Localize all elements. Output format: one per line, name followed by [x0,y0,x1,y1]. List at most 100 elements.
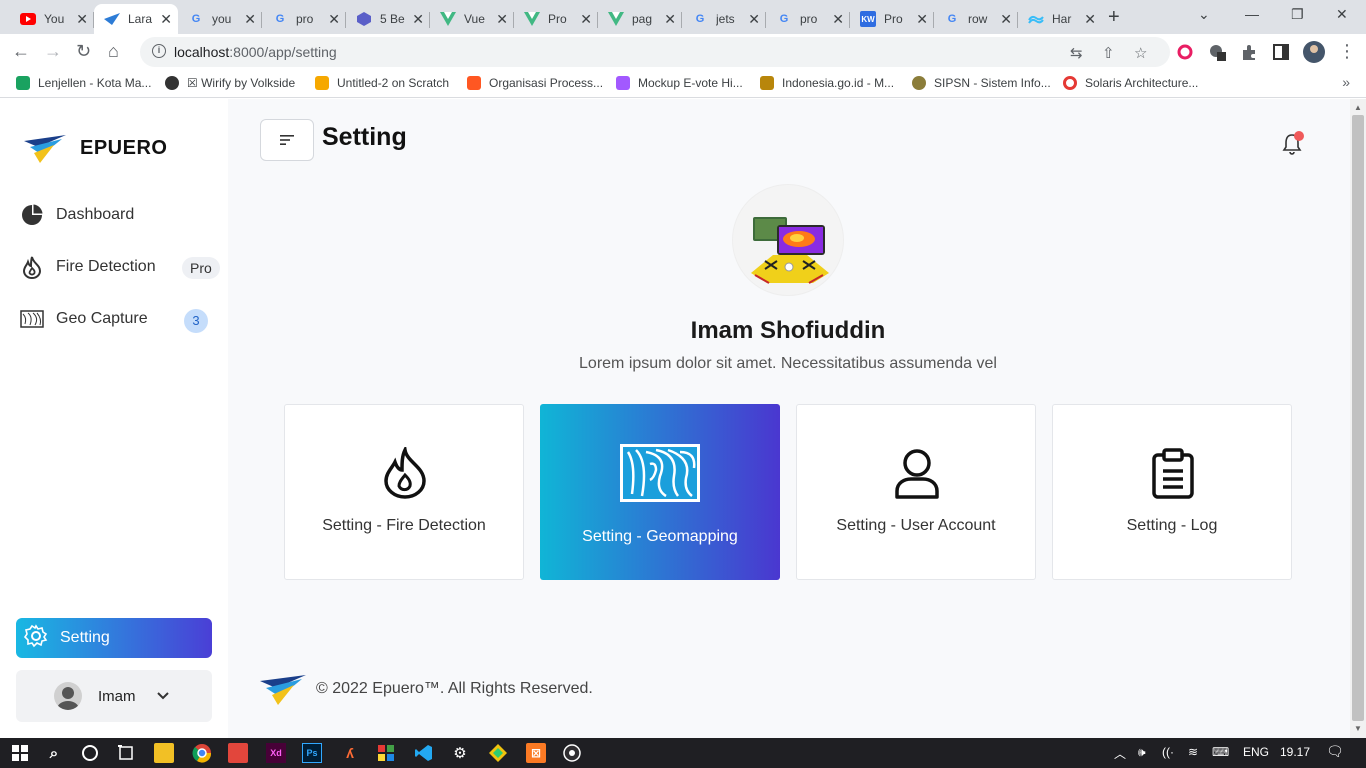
close-tab-icon[interactable]: ✕ [244,11,256,28]
xampp-icon[interactable]: ⊠ [526,743,546,763]
home-icon[interactable]: ⌂ [108,41,119,62]
windows-start-icon[interactable] [10,743,30,763]
close-tab-icon[interactable]: ✕ [916,11,928,28]
sidebar-item-geo-capture[interactable]: Geo Capture 3 [20,301,220,337]
close-tab-icon[interactable]: ✕ [412,11,424,28]
chrome-icon[interactable] [192,743,212,763]
browser-tab[interactable]: G row ✕ [934,4,1018,34]
close-tab-icon[interactable]: ✕ [496,11,508,28]
bookmark-item[interactable]: SIPSN - Sistem Info... [912,76,1051,90]
obs-icon[interactable] [562,743,582,763]
share-icon[interactable]: ⇧ [1102,44,1115,62]
chevron-down-icon[interactable] [156,689,170,703]
menu-toggle-button[interactable] [260,119,314,161]
close-tab-icon[interactable]: ✕ [580,11,592,28]
close-tab-icon[interactable]: ✕ [76,11,88,28]
setting-card-user-account[interactable]: Setting - User Account [796,404,1036,580]
app-orange-icon[interactable]: ʎ [340,743,360,763]
browser-tab[interactable]: G pro ✕ [766,4,850,34]
vscode-icon[interactable] [414,743,434,763]
app-grid-icon[interactable] [376,743,396,763]
close-tab-icon[interactable]: ✕ [328,11,340,28]
minimize-button[interactable]: — [1245,6,1259,22]
file-explorer-icon[interactable] [154,743,174,763]
search-icon[interactable]: ⌕ [44,743,64,763]
scroll-up-icon[interactable]: ▲ [1354,103,1362,112]
language-indicator[interactable]: ENG [1243,745,1269,759]
browser-tab[interactable]: Har ✕ [1018,4,1102,34]
close-tab-icon[interactable]: ✕ [160,11,172,28]
close-tab-icon[interactable]: ✕ [1000,11,1012,28]
bookmark-item[interactable]: Mockup E-vote Hi... [616,76,743,90]
settings-gear-icon[interactable]: ⚙ [450,743,470,763]
close-tab-icon[interactable]: ✕ [1084,11,1096,28]
bookmark-item[interactable]: Lenjellen - Kota Ma... [16,76,151,90]
app-viewport: EPUERO Dashboard Fire Detection Pro Geo … [0,99,1366,738]
browser-tab-active[interactable]: Lara ✕ [94,4,178,34]
close-tab-icon[interactable]: ✕ [664,11,676,28]
bookmark-star-icon[interactable]: ☆ [1134,44,1147,62]
task-view-icon[interactable] [116,743,136,763]
extension-ring-icon[interactable] [1176,43,1194,61]
side-panel-icon[interactable] [1272,43,1290,61]
close-window-button[interactable]: ✕ [1336,6,1348,23]
adobe-xd-icon[interactable]: Xd [266,743,286,763]
vue-icon [608,11,624,27]
browser-tab[interactable]: G you ✕ [178,4,262,34]
bookmark-item[interactable]: ☒ Wirify by Volkside [165,76,295,90]
browser-tab[interactable]: G jets ✕ [682,4,766,34]
sidebar-item-setting[interactable]: Setting [16,618,212,658]
bookmark-item[interactable]: Untitled-2 on Scratch [315,76,449,90]
close-tab-icon[interactable]: ✕ [832,11,844,28]
browser-tab[interactable]: G pro ✕ [262,4,346,34]
new-tab-button[interactable]: + [1108,6,1120,29]
git-icon[interactable] [488,743,508,763]
volume-icon[interactable]: 🕪 [1138,745,1146,760]
forward-icon[interactable]: → [44,41,62,62]
notifications-icon[interactable]: 🗨 [1326,743,1344,760]
menu-kebab-icon[interactable]: ⋮ [1338,41,1356,62]
app-red-icon[interactable] [228,743,248,763]
browser-tab[interactable]: 5 Be ✕ [346,4,430,34]
scroll-down-icon[interactable]: ▼ [1354,724,1362,733]
profile-avatar-icon[interactable] [1303,41,1325,63]
browser-tab[interactable]: KW Pro ✕ [850,4,934,34]
cortana-icon[interactable] [80,743,100,763]
browser-tab[interactable]: You ✕ [10,4,94,34]
brand[interactable]: EPUERO [24,133,167,163]
wifi-icon[interactable]: ≋ [1188,745,1198,759]
restore-button[interactable]: ❐ [1291,6,1304,23]
photoshop-icon[interactable]: Ps [302,743,322,763]
copyright-text: © 2022 Epuero™. All Rights Reserved. [316,680,593,697]
sidebar-item-fire-detection[interactable]: Fire Detection Pro [20,249,220,285]
translate-icon[interactable]: ⇆ [1070,44,1083,62]
setting-card-geomapping[interactable]: Setting - Geomapping [540,404,780,580]
network-icon[interactable]: ((· [1162,745,1174,759]
keyboard-icon[interactable]: ⌨ [1212,745,1229,759]
address-bar[interactable]: i localhost:8000/app/setting ⇆ ⇧ ☆ [140,37,1170,67]
close-tab-icon[interactable]: ✕ [748,11,760,28]
scrollbar-thumb[interactable] [1352,115,1364,721]
browser-tab[interactable]: pag ✕ [598,4,682,34]
bookmark-item[interactable]: Organisasi Process... [467,76,603,90]
extension-badge-icon[interactable] [1208,43,1226,61]
back-icon[interactable]: ← [12,41,30,62]
browser-tab[interactable]: Pro ✕ [514,4,598,34]
tray-chevron-icon[interactable]: ︿ [1114,745,1126,762]
user-icon [892,447,942,499]
extensions-puzzle-icon[interactable] [1240,43,1258,61]
sidebar-item-dashboard[interactable]: Dashboard [20,197,220,233]
bookmark-item[interactable]: Solaris Architecture... [1063,76,1198,90]
clock[interactable]: 19.17 [1280,745,1310,759]
bookmarks-more-icon[interactable]: » [1342,74,1350,90]
reload-icon[interactable]: ↻ [76,41,91,62]
avatar [54,682,82,710]
page-scrollbar[interactable]: ▲ ▼ [1350,99,1366,738]
user-menu[interactable]: Imam [16,670,212,722]
setting-card-fire-detection[interactable]: Setting - Fire Detection [284,404,524,580]
setting-card-log[interactable]: Setting - Log [1052,404,1292,580]
browser-tab[interactable]: Vue ✕ [430,4,514,34]
tab-search-icon[interactable]: ⌄ [1198,6,1210,23]
bookmark-item[interactable]: Indonesia.go.id - M... [760,76,894,90]
info-icon[interactable]: i [152,44,166,58]
